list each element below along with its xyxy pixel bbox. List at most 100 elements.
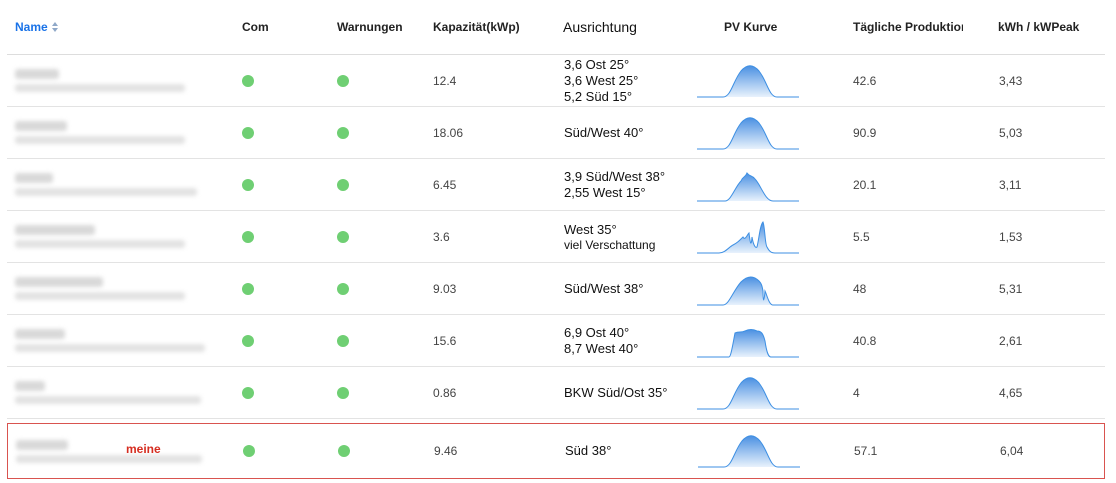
meine-label: meine (126, 442, 161, 456)
pv-curve-sparkline (697, 220, 799, 253)
pv-curve-area (697, 276, 799, 305)
kwh-kwpeak-cell: 4,65 (999, 385, 1023, 400)
pv-curve-area (697, 328, 799, 357)
plant-name-cell[interactable] (16, 424, 216, 478)
kwh-kwpeak-cell: 6,04 (1000, 444, 1024, 458)
pv-curve-cell (695, 159, 801, 210)
kwh-kwpeak-cell: 2,61 (999, 333, 1023, 348)
warnungen-status-dot-icon (338, 445, 350, 457)
plant-name-redacted (15, 225, 95, 235)
kapazitaet-cell: 18.06 (433, 125, 464, 140)
ausrichtung-line: Süd/West 40° (564, 124, 644, 140)
warnungen-status-dot-icon (337, 126, 349, 139)
com-status-dot-icon (242, 334, 254, 347)
ausrichtung-cell: Süd/West 40° (564, 107, 643, 158)
table-row[interactable]: 3.6 West 35° viel Verschattung 5.5 1,53 (7, 211, 1105, 263)
ausrichtung-note: viel Verschattung (564, 237, 656, 252)
com-status-cell (242, 263, 254, 314)
ausrichtung-line: 3,9 Süd/West 38° (564, 168, 666, 184)
com-status-dot-icon (242, 126, 254, 139)
kapazitaet-cell: 0.86 (433, 385, 457, 400)
ausrichtung-cell: 3,6 Ost 25° 3,6 West 25° 5,2 Süd 15° (564, 55, 638, 106)
taegliche-produktion-cell: 5.5 (853, 229, 870, 244)
ausrichtung-text: BKW Süd/Ost 35° (564, 385, 667, 401)
table-row[interactable]: 15.6 6,9 Ost 40° 8,7 West 40° 40.8 2,61 (7, 315, 1105, 367)
kapazitaet-cell: 3.6 (433, 229, 450, 244)
ausrichtung-line: 2,55 West 15° (564, 184, 646, 200)
header-pv-kurve-label: PV Kurve (724, 20, 778, 34)
pv-curve-sparkline (698, 435, 800, 468)
header-name-label: Name (15, 20, 48, 34)
pv-curve-sparkline (697, 64, 799, 97)
warnungen-status-dot-icon (337, 282, 349, 295)
plant-name-redacted (16, 439, 68, 450)
plant-name-redacted (15, 121, 67, 131)
ausrichtung-line: 6,9 Ost 40° (564, 324, 630, 340)
table-row[interactable]: 6.45 3,9 Süd/West 38° 2,55 West 15° 20.1 3,1… (7, 159, 1105, 211)
pv-curve-area (698, 435, 800, 468)
pv-curve-sparkline (697, 328, 799, 357)
pv-curve-area (697, 220, 799, 253)
header-ausrichtung-label: Ausrichtung (563, 19, 637, 35)
kapazitaet-cell: 9.03 (433, 281, 457, 296)
table-row[interactable]: 9.03 Süd/West 38° 48 5,31 (7, 263, 1105, 315)
kapazitaet-cell: 15.6 (433, 333, 457, 348)
table-row[interactable]: meine 9.46 Süd 38° 57.1 6,04 (7, 423, 1105, 479)
pv-curve-sparkline (697, 116, 799, 149)
column-header-warnungen: Warnungen (337, 0, 427, 54)
plant-address-redacted (15, 292, 185, 300)
plant-name-cell[interactable] (15, 211, 215, 262)
ausrichtung-line: 8,7 West 40° (564, 340, 639, 356)
table-row[interactable]: 0.86 BKW Süd/Ost 35° 4 4,65 (7, 367, 1105, 419)
pv-curve-cell (695, 55, 801, 106)
pv-curve-area (697, 376, 799, 409)
ausrichtung-cell: West 35° viel Verschattung (564, 211, 655, 262)
com-status-cell (242, 107, 254, 158)
kwh-kwpeak-cell: 1,53 (999, 229, 1023, 244)
com-status-cell (242, 315, 254, 366)
column-header-name[interactable]: Name (15, 0, 135, 54)
column-header-taegliche-produktion: Tägliche Produktion (853, 0, 963, 54)
ausrichtung-line: West 35° (564, 221, 617, 237)
ausrichtung-text: 6,9 Ost 40° 8,7 West 40° (564, 325, 638, 357)
taegliche-produktion-cell: 42.6 (853, 73, 877, 88)
ausrichtung-cell: 3,9 Süd/West 38° 2,55 West 15° (564, 159, 665, 210)
plant-name-cell[interactable] (15, 263, 215, 314)
ausrichtung-text: Süd/West 40° (564, 125, 643, 141)
plant-name-cell[interactable] (15, 315, 215, 366)
table-header: Name Com Warnungen Kapazität(kWp) Ausric… (7, 0, 1105, 55)
ausrichtung-cell: 6,9 Ost 40° 8,7 West 40° (564, 315, 638, 366)
pv-curve-sparkline (697, 376, 799, 409)
plant-name-redacted (15, 381, 45, 391)
kapazitaet-cell: 9.46 (434, 444, 458, 458)
ausrichtung-cell: BKW Süd/Ost 35° (564, 367, 667, 418)
taegliche-produktion-cell: 4 (853, 385, 860, 400)
ausrichtung-text: West 35° viel Verschattung (564, 222, 655, 252)
plant-address-redacted (15, 396, 201, 404)
taegliche-produktion-cell: 48 (853, 281, 867, 296)
pv-curve-cell (695, 263, 801, 314)
plant-address-redacted (16, 454, 202, 463)
column-header-com: Com (242, 0, 302, 54)
table-row[interactable]: 18.06 Süd/West 40° 90.9 5,03 (7, 107, 1105, 159)
ausrichtung-text: 3,9 Süd/West 38° 2,55 West 15° (564, 169, 665, 201)
plant-name-cell[interactable] (15, 107, 215, 158)
plants-table: Name Com Warnungen Kapazität(kWp) Ausric… (7, 0, 1105, 479)
plant-address-redacted (15, 136, 185, 144)
sort-icon[interactable] (51, 21, 59, 33)
warnungen-status-dot-icon (337, 74, 349, 87)
com-status-cell (242, 211, 254, 262)
plant-name-redacted (15, 277, 103, 287)
header-kapazitaet-label: Kapazität(kWp) (433, 20, 520, 34)
plant-name-redacted (15, 69, 59, 79)
com-status-dot-icon (242, 230, 254, 243)
plant-name-cell[interactable] (15, 367, 215, 418)
table-row[interactable]: 12.4 3,6 Ost 25° 3,6 West 25° 5,2 Süd 15° 42… (7, 55, 1105, 107)
plant-name-cell[interactable] (15, 55, 215, 106)
warnungen-status-cell (337, 211, 349, 262)
taegliche-produktion-cell: 57.1 (854, 444, 878, 458)
plant-name-cell[interactable] (15, 159, 215, 210)
header-com-label: Com (242, 20, 269, 34)
taegliche-produktion-cell: 90.9 (853, 125, 877, 140)
warnungen-status-cell (337, 55, 349, 106)
